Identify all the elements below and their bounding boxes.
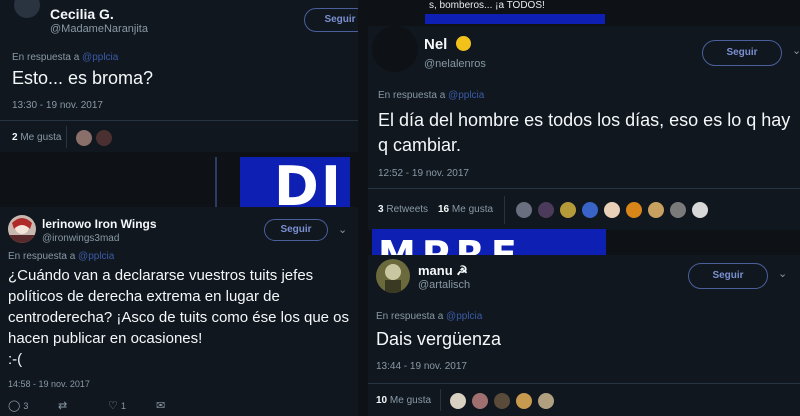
tweet-card-lerinowo: lerinowo Iron Wings @ironwings3mad Segui… — [0, 207, 358, 416]
divider — [504, 196, 505, 224]
message-action[interactable]: ✉ — [156, 399, 165, 412]
banner-image: MPRE — [372, 229, 606, 255]
tweet-card-nel: Nel @nelalenros Seguir ⌄ En respuesta a … — [368, 26, 800, 230]
avatar-art-icon — [8, 218, 36, 243]
liker-avatar[interactable] — [76, 130, 92, 146]
liker-avatar[interactable] — [516, 202, 532, 218]
avatar[interactable] — [14, 0, 40, 18]
chevron-down-icon[interactable]: ⌄ — [778, 267, 787, 280]
avatar-art-icon — [385, 264, 401, 293]
divider — [215, 157, 217, 207]
liker-avatar[interactable] — [626, 202, 642, 218]
user-handle[interactable]: @MadameNaranjita — [50, 23, 148, 35]
likes-count: 10 — [376, 395, 388, 406]
avatar[interactable] — [372, 26, 418, 72]
banner-caption: s, bomberos... ¡a TODOS! — [429, 0, 545, 11]
tweet-timestamp[interactable]: 13:30 - 19 nov. 2017 — [12, 100, 103, 111]
liker-avatar[interactable] — [582, 202, 598, 218]
divider — [368, 383, 800, 384]
liker-avatar[interactable] — [494, 393, 510, 409]
reply-prefix: En respuesta a — [12, 52, 80, 63]
tweet-text: Dais vergüenza — [376, 329, 502, 349]
reply-action[interactable]: ◯ 3 — [8, 399, 28, 412]
liker-avatar[interactable] — [96, 130, 112, 146]
envelope-icon: ✉ — [156, 400, 166, 412]
liker-avatar[interactable] — [472, 393, 488, 409]
liker-avatar[interactable] — [450, 393, 466, 409]
divider — [368, 188, 800, 189]
reply-mention[interactable]: @pplcia — [82, 52, 118, 63]
liker-avatar[interactable] — [538, 393, 554, 409]
banner-text: MPRE — [378, 233, 523, 255]
reply-context: En respuesta a @pplcia — [378, 90, 484, 101]
reply-prefix: En respuesta a — [8, 251, 76, 262]
user-name[interactable]: lerinowo Iron Wings — [42, 217, 157, 231]
chevron-down-icon[interactable]: ⌄ — [338, 223, 347, 236]
tweet-text: ¿Cuándo van a declararse vuestros tuits … — [8, 267, 350, 368]
like-count: 1 — [120, 401, 126, 411]
liker-avatar[interactable] — [604, 202, 620, 218]
liker-avatar[interactable] — [648, 202, 664, 218]
user-handle[interactable]: @nelalenros — [424, 58, 486, 70]
reply-context: En respuesta a @pplcia — [8, 251, 114, 262]
divider — [66, 126, 67, 148]
banner-text: DI — [274, 157, 343, 209]
avatar[interactable] — [376, 259, 410, 293]
divider — [0, 120, 358, 121]
likes-stat[interactable]: 16 Me gusta — [438, 204, 493, 215]
liker-avatar[interactable] — [538, 202, 554, 218]
user-handle[interactable]: @ironwings3mad — [42, 233, 119, 244]
smiley-emoji-icon — [455, 36, 471, 51]
tweet-timestamp[interactable]: 13:44 - 19 nov. 2017 — [376, 361, 467, 372]
banner-image: s, bomberos... ¡a TODOS! — [425, 0, 605, 24]
banner-image: DI — [240, 157, 350, 209]
reply-icon: ◯ — [8, 400, 21, 412]
likes-label: Me gusta — [20, 132, 62, 143]
user-handle[interactable]: @artalisch — [418, 279, 470, 291]
reply-mention[interactable]: @pplcia — [78, 251, 114, 262]
liker-avatar[interactable] — [516, 393, 532, 409]
reply-mention[interactable]: @pplcia — [446, 311, 482, 322]
user-name[interactable]: Cecilia G. — [50, 6, 114, 22]
retweet-action[interactable]: ⇄ — [58, 399, 67, 412]
retweets-count: 3 — [378, 204, 384, 215]
user-name[interactable]: manu ☭ — [418, 263, 468, 279]
liker-avatar[interactable] — [670, 202, 686, 218]
tweet-text: El día del hombre es todos los días, eso… — [378, 110, 791, 155]
chevron-down-icon[interactable]: ⌄ — [792, 44, 800, 57]
likes-count: 2 — [12, 132, 18, 143]
reply-mention[interactable]: @pplcia — [448, 90, 484, 101]
reply-context: En respuesta a @pplcia — [376, 311, 482, 322]
tweet-text: Esto... es broma? — [12, 68, 154, 88]
user-name-text: Nel — [424, 36, 448, 53]
liker-avatar[interactable] — [692, 202, 708, 218]
user-name[interactable]: Nel — [424, 36, 471, 53]
likes-stat[interactable]: 10 Me gusta — [376, 395, 431, 406]
reply-prefix: En respuesta a — [378, 90, 446, 101]
heart-icon: ♡ — [108, 400, 118, 412]
retweet-icon: ⇄ — [58, 400, 68, 412]
like-action[interactable]: ♡ 1 — [108, 399, 126, 412]
retweets-label: Retweets — [386, 204, 429, 215]
divider — [440, 389, 441, 411]
liker-avatar[interactable] — [560, 202, 576, 218]
likes-count: 16 — [438, 204, 450, 215]
tweet-timestamp[interactable]: 14:58 - 19 nov. 2017 — [8, 379, 90, 389]
retweets-stat[interactable]: 3 Retweets — [378, 204, 428, 215]
follow-button[interactable]: Seguir — [264, 219, 328, 241]
follow-button[interactable]: Seguir — [304, 8, 358, 32]
likes-label: Me gusta — [389, 395, 432, 406]
banner-bar — [425, 14, 605, 24]
follow-button[interactable]: Seguir — [688, 263, 768, 289]
likes-stat[interactable]: 2 Me gusta — [12, 132, 61, 143]
tweet-card-manu: manu ☭ @artalisch Seguir ⌄ En respuesta … — [368, 255, 800, 416]
tweet-card-cecilia: Cecilia G. @MadameNaranjita Seguir En re… — [0, 0, 358, 152]
avatar[interactable] — [8, 215, 36, 243]
reply-prefix: En respuesta a — [376, 311, 444, 322]
reply-context: En respuesta a @pplcia — [12, 52, 118, 63]
follow-button[interactable]: Seguir — [702, 40, 782, 66]
tweet-timestamp[interactable]: 12:52 - 19 nov. 2017 — [378, 168, 469, 179]
reply-count: 3 — [23, 401, 29, 411]
likes-label: Me gusta — [451, 204, 494, 215]
